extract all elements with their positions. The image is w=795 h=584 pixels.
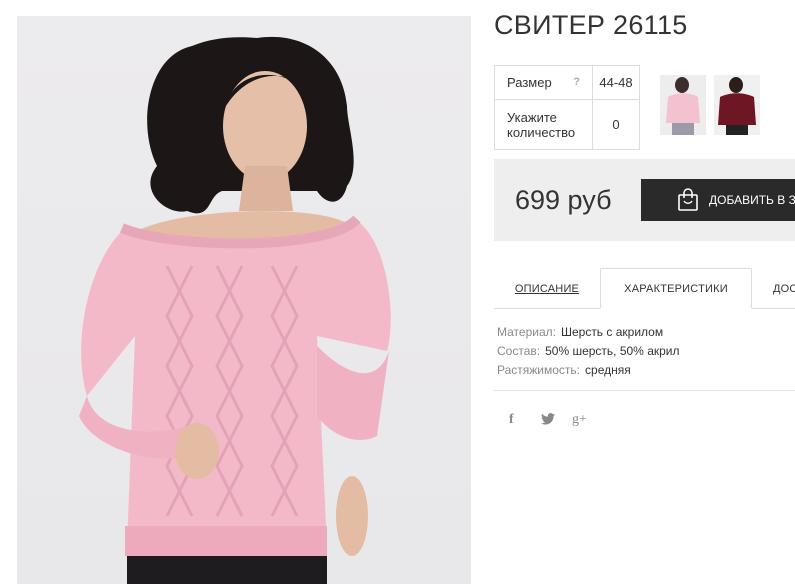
shopping-bag-icon: [677, 188, 699, 212]
options-table: Размер ? 44-48 Укажите количество 0: [494, 65, 640, 150]
characteristic-value: средняя: [585, 363, 631, 377]
product-tabs: ОПИСАНИЕ ХАРАКТЕРИСТИКИ ДОСТАВКА: [494, 268, 795, 309]
social-share: f g+: [509, 412, 587, 428]
quantity-input[interactable]: 0: [592, 99, 640, 150]
size-label-cell: Размер ?: [494, 65, 593, 100]
section-divider: [494, 390, 795, 391]
tab-delivery[interactable]: ДОСТАВКА: [752, 268, 795, 309]
characteristic-key: Материал:: [497, 325, 556, 339]
characteristic-key: Растяжимость:: [497, 363, 581, 377]
quantity-label: Укажите количество: [494, 99, 593, 150]
tab-description[interactable]: ОПИСАНИЕ: [494, 268, 600, 309]
characteristic-row: Состав: 50% шерсть, 50% акрил: [497, 342, 680, 361]
add-to-cart-label: ДОБАВИТЬ В ЗАКАЗ: [709, 193, 795, 207]
product-photo-illustration: [79, 36, 391, 584]
size-value[interactable]: 44-48: [592, 65, 640, 100]
characteristic-value: Шерсть с акрилом: [560, 325, 664, 339]
characteristic-value: 50% шерсть, 50% акрил: [545, 344, 680, 358]
characteristic-row: Растяжимость: средняя: [497, 361, 680, 380]
thumbnail-pink-image: [666, 77, 700, 135]
characteristic-key: Состав:: [497, 344, 541, 358]
google-plus-icon[interactable]: g+: [572, 412, 587, 428]
characteristics-list: Материал: Шерсть с акрилом Состав: 50% шер…: [497, 323, 680, 380]
characteristic-row: Материал: Шерсть с акрилом: [497, 323, 680, 342]
size-label: Размер: [507, 75, 552, 90]
add-to-cart-button[interactable]: ДОБАВИТЬ В ЗАКАЗ: [641, 179, 795, 221]
thumbnail-pink[interactable]: [660, 75, 706, 135]
price-box: 699 руб ДОБАВИТЬ В ЗАКАЗ: [494, 159, 795, 241]
thumbnail-burgundy[interactable]: [714, 75, 760, 135]
product-price: 699 руб: [515, 185, 612, 215]
facebook-icon[interactable]: f: [509, 412, 541, 428]
twitter-icon[interactable]: [541, 412, 572, 428]
thumbnail-burgundy-image: [718, 77, 756, 135]
product-title: СВИТЕР 26115: [494, 10, 688, 40]
tab-characteristics[interactable]: ХАРАКТЕРИСТИКИ: [600, 268, 752, 309]
size-help-icon[interactable]: ?: [573, 76, 580, 88]
product-photo: [17, 16, 471, 584]
